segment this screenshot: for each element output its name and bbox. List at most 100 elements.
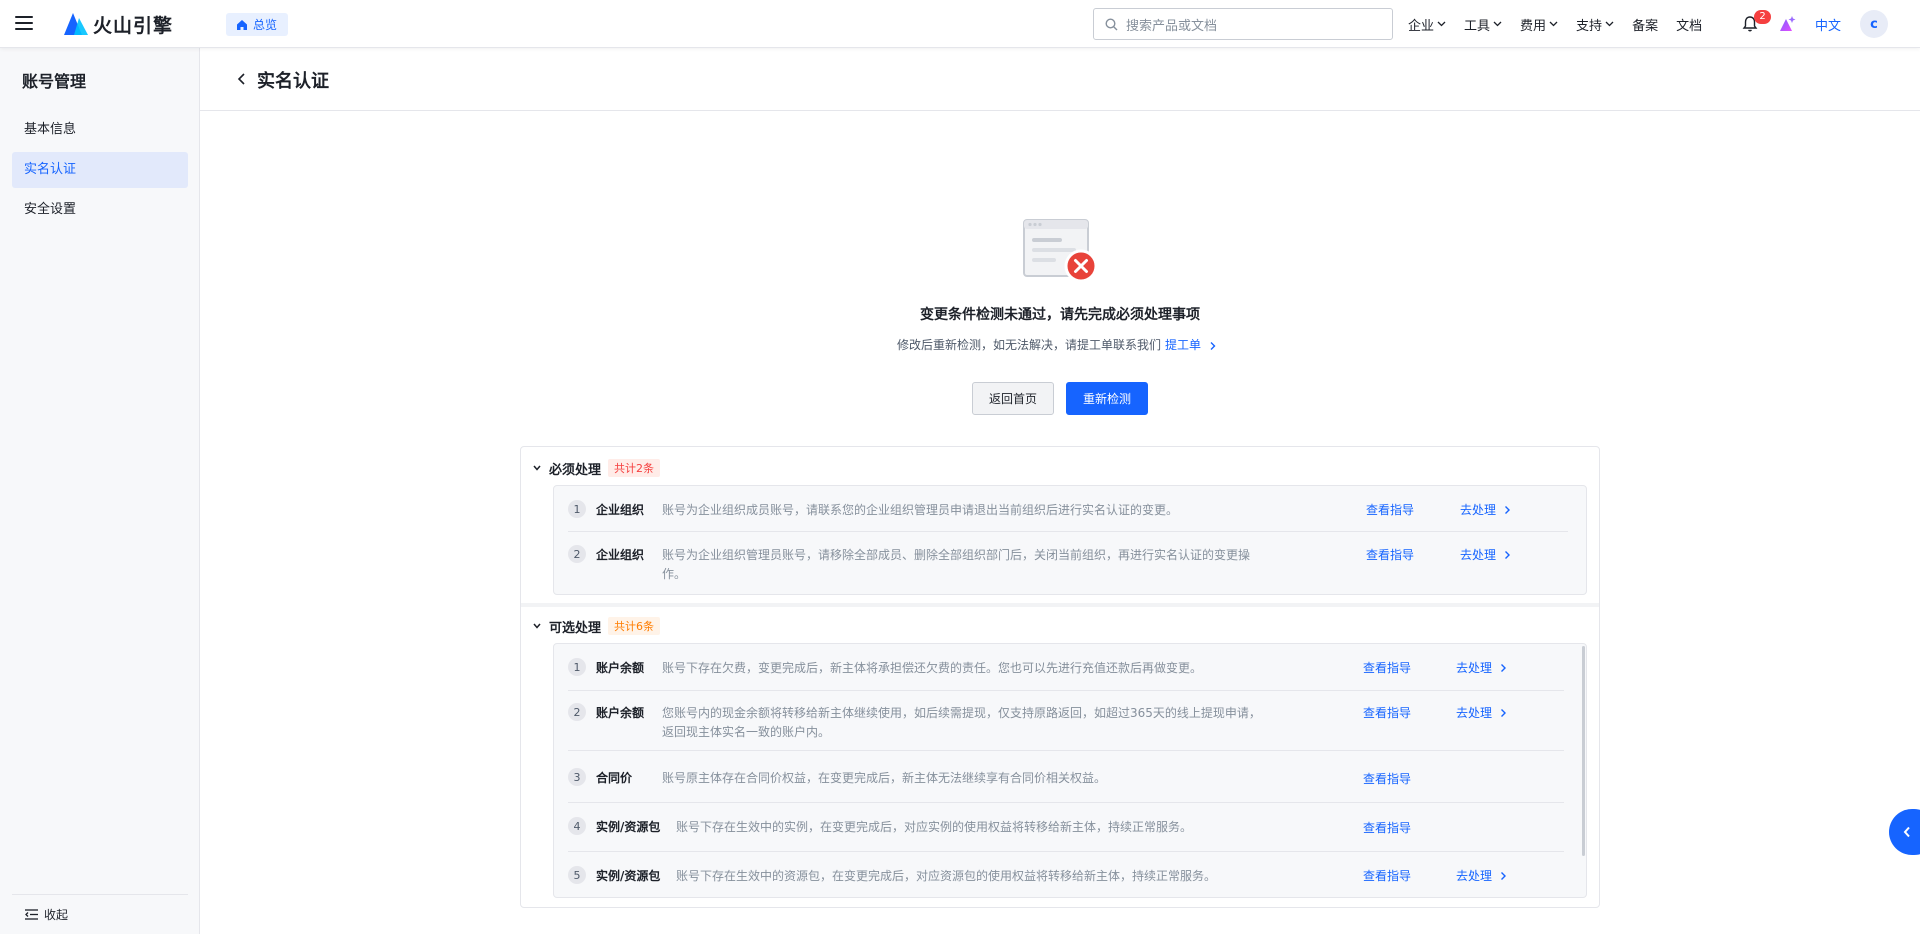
volcano-logo-icon <box>64 13 88 35</box>
go-handle-link[interactable]: 去处理 <box>1460 546 1511 563</box>
nav-enterprise-label: 企业 <box>1408 18 1435 34</box>
view-guide-link[interactable]: 查看指导 <box>1363 704 1411 721</box>
result-description-text: 修改后重新检测，如无法解决，请提工单联系我们 <box>897 338 1162 352</box>
go-handle-label: 去处理 <box>1456 706 1493 720</box>
view-guide-link[interactable]: 查看指导 <box>1366 501 1414 518</box>
nav-support-label: 支持 <box>1576 18 1603 34</box>
chevron-down-icon <box>1437 21 1446 27</box>
notification-badge: 2 <box>1754 10 1771 24</box>
item-description: 账号下存在生效中的资源包，在变更完成后，对应资源包的使用权益将转移给新主体，持续… <box>676 869 1217 883</box>
list-item: 4 实例/资源包 账号下存在生效中的实例，在变更完成后，对应实例的使用权益将转移… <box>568 817 1564 852</box>
view-guide-link[interactable]: 查看指导 <box>1363 770 1411 787</box>
optional-section-header[interactable]: 可选处理 共计6条 <box>533 615 661 637</box>
chevron-left-icon <box>1903 826 1910 838</box>
chevron-down-icon <box>1605 21 1614 27</box>
sidebar-item-security[interactable]: 安全设置 <box>12 192 188 228</box>
sidebar-item-real-name[interactable]: 实名认证 <box>12 152 188 188</box>
nav-docs[interactable]: 文档 <box>1676 15 1702 34</box>
section-divider <box>521 603 1599 607</box>
optional-section-title: 可选处理 <box>549 620 602 636</box>
hamburger-menu-icon[interactable] <box>15 16 33 30</box>
required-section-header[interactable]: 必须处理 共计2条 <box>533 457 661 479</box>
list-item: 1 账户余额 账号下存在欠费，变更完成后，新主体将承担偿还欠费的责任。您也可以先… <box>568 658 1564 691</box>
sidebar-title: 账号管理 <box>22 72 87 91</box>
item-number: 2 <box>568 703 586 721</box>
go-handle-label: 去处理 <box>1460 503 1497 517</box>
search-placeholder: 搜索产品或文档 <box>1126 18 1218 34</box>
go-handle-link[interactable]: 去处理 <box>1460 501 1511 518</box>
overview-button[interactable]: 总览 <box>226 13 289 36</box>
chevron-down-icon <box>1549 21 1558 27</box>
chevron-down-icon <box>533 465 541 471</box>
chevron-right-icon <box>1501 663 1507 672</box>
result-description: 修改后重新检测，如无法解决，请提工单联系我们 提工单 <box>897 336 1219 353</box>
optional-list-scrollbar[interactable] <box>1582 646 1585 856</box>
view-guide-link[interactable]: 查看指导 <box>1366 546 1414 563</box>
check-items-panel: 必须处理 共计2条 1 企业组织 账号为企业组织成员账号，请联系您的企业组织管理… <box>520 446 1600 908</box>
go-handle-label: 去处理 <box>1456 661 1493 675</box>
optional-list: 1 账户余额 账号下存在欠费，变更完成后，新主体将承担偿还欠费的责任。您也可以先… <box>553 643 1587 898</box>
go-handle-link[interactable]: 去处理 <box>1456 704 1507 721</box>
top-nav: 企业 工具 费用 支持 备案 文档 <box>1408 0 1720 48</box>
go-handle-label: 去处理 <box>1456 869 1493 883</box>
back-arrow-icon[interactable] <box>234 71 250 87</box>
collapse-label: 收起 <box>44 908 69 922</box>
brand-name: 火山引擎 <box>93 14 174 37</box>
view-guide-link[interactable]: 查看指导 <box>1363 659 1411 676</box>
nav-billing-label: 费用 <box>1520 18 1547 34</box>
item-number: 5 <box>568 866 586 884</box>
ai-assistant-icon[interactable] <box>1777 14 1797 34</box>
chevron-right-icon <box>1501 871 1507 880</box>
item-description: 您账号内的现金余额将转移给新主体继续使用，如后续需提现，仅支持原路返回，如超过3… <box>662 706 1261 739</box>
list-item: 2 账户余额 您账号内的现金余额将转移给新主体继续使用，如后续需提现，仅支持原路… <box>568 703 1564 751</box>
chevron-down-icon <box>533 623 541 629</box>
item-number: 3 <box>568 768 586 786</box>
avatar[interactable]: c <box>1860 10 1888 38</box>
chevron-right-icon <box>1501 708 1507 717</box>
nav-tools[interactable]: 工具 <box>1464 15 1502 34</box>
collapse-icon <box>25 909 38 920</box>
search-input[interactable]: 搜索产品或文档 <box>1093 8 1393 40</box>
nav-enterprise[interactable]: 企业 <box>1408 15 1446 34</box>
required-count-badge: 共计2条 <box>608 459 661 477</box>
item-number: 4 <box>568 817 586 835</box>
go-handle-link[interactable]: 去处理 <box>1456 867 1507 884</box>
list-item: 3 合同价 账号原主体存在合同价权益，在变更完成后，新主体无法继续享有合同价相关… <box>568 768 1564 803</box>
back-home-button[interactable]: 返回首页 <box>972 382 1054 415</box>
item-description: 账号下存在生效中的实例，在变更完成后，对应实例的使用权益将转移给新主体，持续正常… <box>676 820 1193 834</box>
chevron-right-icon[interactable] <box>1205 341 1219 351</box>
language-switch[interactable]: 中文 <box>1815 15 1841 34</box>
list-item: 5 实例/资源包 账号下存在生效中的资源包，在变更完成后，对应资源包的使用权益将… <box>568 866 1564 896</box>
item-number: 1 <box>568 658 586 676</box>
nav-icp[interactable]: 备案 <box>1632 15 1658 34</box>
recheck-button[interactable]: 重新检测 <box>1066 382 1148 415</box>
nav-icp-label: 备案 <box>1632 18 1659 34</box>
list-item: 1 企业组织 账号为企业组织成员账号，请联系您的企业组织管理员申请退出当前组织后… <box>568 500 1568 532</box>
item-description: 账号为企业组织管理员账号，请移除全部成员、删除全部组织部门后，关闭当前组织，再进… <box>662 548 1251 581</box>
floating-expand-button[interactable] <box>1889 809 1920 855</box>
submit-ticket-link[interactable]: 提工单 <box>1165 338 1201 352</box>
nav-support[interactable]: 支持 <box>1576 15 1614 34</box>
optional-count-badge: 共计6条 <box>608 617 661 635</box>
sidebar: 账号管理 基本信息 实名认证 安全设置 收起 <box>0 48 200 934</box>
home-icon <box>237 19 247 30</box>
brand-logo[interactable]: 火山引擎 <box>64 11 173 37</box>
overview-label: 总览 <box>253 18 278 32</box>
item-type: 实例/资源包 <box>596 820 661 834</box>
go-handle-link[interactable]: 去处理 <box>1456 659 1507 676</box>
required-list: 1 企业组织 账号为企业组织成员账号，请联系您的企业组织管理员申请退出当前组织后… <box>553 485 1587 595</box>
item-type: 账户余额 <box>596 661 645 675</box>
view-guide-link[interactable]: 查看指导 <box>1363 819 1411 836</box>
item-type: 企业组织 <box>596 503 645 517</box>
item-number: 1 <box>568 500 586 518</box>
required-section-title: 必须处理 <box>549 462 602 478</box>
nav-billing[interactable]: 费用 <box>1520 15 1558 34</box>
page-header: 实名认证 <box>200 48 1920 111</box>
item-type: 账户余额 <box>596 706 645 720</box>
sidebar-item-basic-info[interactable]: 基本信息 <box>12 112 188 148</box>
view-guide-link[interactable]: 查看指导 <box>1363 867 1411 884</box>
top-bar: 火山引擎 总览 搜索产品或文档 企业 工具 费用 支持 备案 文档 2 中文 c <box>0 0 1920 48</box>
collapse-sidebar-button[interactable]: 收起 <box>12 894 188 934</box>
item-description: 账号为企业组织成员账号，请联系您的企业组织管理员申请退出当前组织后进行实名认证的… <box>662 503 1179 517</box>
go-handle-label: 去处理 <box>1460 548 1497 562</box>
